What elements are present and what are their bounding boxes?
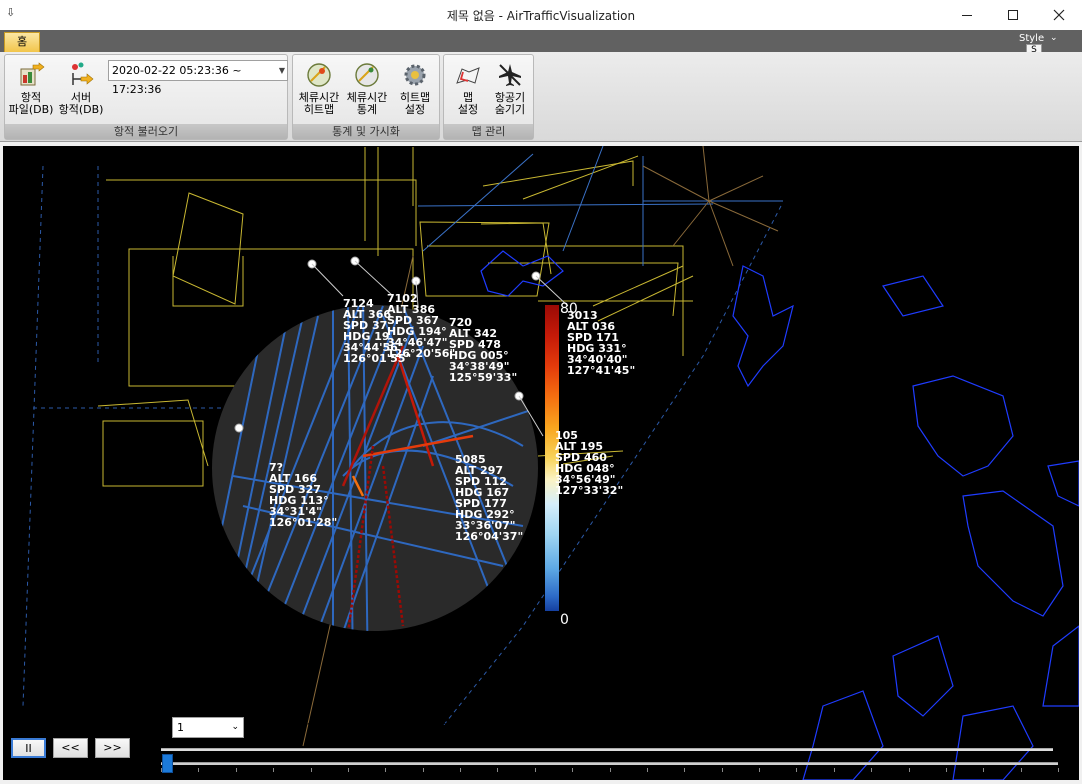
aircraft-label[interactable]: 7102 ALT 386 SPD 367 HDG 194° 34°46'47" … bbox=[387, 293, 455, 359]
group-track-load: 항적 파일(DB) 서버 항적(DB) 2020-02-22 05:23:36 … bbox=[4, 54, 288, 140]
map-settings-icon bbox=[456, 67, 480, 84]
heatmap-settings-icon bbox=[404, 64, 426, 86]
timeline-tick bbox=[908, 768, 910, 772]
timeline-tick bbox=[983, 768, 985, 772]
map-view[interactable]: 80 0 7124 ALT 366 SPD 37 HDG 19 34°44'56… bbox=[3, 146, 1079, 780]
aircraft-label[interactable]: 720 ALT 342 SPD 478 HDG 005° 34°38'49" 1… bbox=[449, 317, 517, 383]
timeline-tick bbox=[572, 768, 574, 772]
dwell-heatmap-label: 체류시간 히트맵 bbox=[298, 91, 340, 116]
minimize-button[interactable] bbox=[944, 0, 990, 30]
timeline-tick bbox=[497, 768, 499, 772]
pause-button[interactable]: II bbox=[11, 738, 46, 758]
timeline-tick bbox=[1020, 768, 1022, 772]
fast-forward-button[interactable]: >> bbox=[95, 738, 130, 758]
close-button[interactable] bbox=[1036, 0, 1082, 30]
aircraft-label[interactable]: 3013 ALT 036 SPD 171 HDG 331° 34°40'40" … bbox=[567, 310, 635, 376]
ribbon-tab-bar: 홈 Style S ⌄ bbox=[0, 30, 1082, 78]
heatmap-settings-label: 히트맵 설정 bbox=[399, 91, 431, 116]
timeline-tick bbox=[347, 768, 349, 772]
timeline-tick bbox=[235, 768, 237, 772]
heatmap-settings-button[interactable]: 히트맵 설정 bbox=[391, 59, 439, 123]
colorbar-min-label: 0 bbox=[560, 612, 569, 628]
dwell-heatmap-icon bbox=[307, 63, 331, 87]
speed-value: 1 bbox=[177, 721, 184, 734]
timeline-tick bbox=[721, 768, 723, 772]
load-track-file-button[interactable]: 항적 파일(DB) bbox=[7, 59, 55, 123]
date-range-select[interactable]: 2020-02-22 05:23:36 ~ 17:23:36 ▼ bbox=[108, 60, 288, 96]
minimize-icon bbox=[962, 14, 972, 16]
timeline-tick bbox=[460, 768, 461, 772]
tab-home[interactable]: 홈 bbox=[4, 32, 40, 52]
speed-label: 배속 bbox=[145, 723, 166, 736]
group-stats-visualization: 체류시간 히트맵 체류시간 통계 히트맵 설정 통계 및 가시화 bbox=[292, 54, 440, 140]
timeline-tick bbox=[161, 768, 162, 772]
timeline-tick bbox=[833, 768, 835, 772]
maximize-button[interactable] bbox=[990, 0, 1036, 30]
close-icon bbox=[1053, 9, 1065, 21]
timeline-tick bbox=[385, 768, 387, 772]
map-settings-button[interactable]: 맵 설정 bbox=[444, 59, 492, 123]
map-settings-label: 맵 설정 bbox=[457, 91, 479, 116]
dwell-stats-label: 체류시간 통계 bbox=[346, 91, 388, 116]
timeline-slider-track[interactable] bbox=[161, 762, 1058, 765]
timeline-tick bbox=[609, 768, 611, 772]
window-title: 제목 없음 - AirTrafficVisualization bbox=[446, 9, 636, 23]
aircraft-label[interactable]: 7? ALT 166 SPD 327 HDG 113° 34°31'4" 126… bbox=[269, 462, 337, 528]
group-label: 맵 관리 bbox=[444, 124, 533, 139]
server-track-button[interactable]: 서버 항적(DB) bbox=[57, 59, 105, 123]
map-canvas bbox=[22, 146, 1079, 780]
timeline-tick bbox=[1058, 768, 1059, 772]
time-range: 2020-02-22 05:23:36 ~ 17:23:36 bbox=[391, 721, 574, 734]
group-label: 통계 및 가시화 bbox=[293, 124, 439, 139]
dropdown-arrow-icon: ▼ bbox=[278, 66, 285, 75]
group-label: 항적 불러오기 bbox=[5, 124, 287, 139]
chevron-down-icon: ⌄ bbox=[231, 722, 239, 732]
date-range-value: 2020-02-22 05:23:36 ~ 17:23:36 bbox=[112, 64, 242, 96]
timeline-tick bbox=[198, 768, 200, 772]
timeline-tick bbox=[310, 768, 312, 772]
dwell-heatmap-button[interactable]: 체류시간 히트맵 bbox=[295, 59, 343, 123]
aircraft-label[interactable]: 5085 ALT 297 SPD 112 HDG 167 SPD 177 HDG… bbox=[455, 454, 523, 542]
timeline-tick bbox=[422, 768, 424, 772]
server-track-label: 서버 항적(DB) bbox=[58, 91, 104, 116]
style-label[interactable]: Style bbox=[1019, 33, 1044, 44]
timeline-tick bbox=[273, 768, 275, 772]
file-load-icon bbox=[20, 62, 45, 86]
timeline-upper-track bbox=[161, 748, 1053, 751]
timeline-tick bbox=[945, 768, 947, 772]
speed-select[interactable]: 1 ⌄ bbox=[172, 717, 244, 738]
timeline-tick bbox=[796, 768, 798, 772]
current-time: 2020-02-22 05:26:07 bbox=[250, 721, 367, 734]
hide-aircraft-label: 항공기 숨기기 bbox=[494, 91, 526, 116]
title-bar: ⇩ 제목 없음 - AirTrafficVisualization bbox=[0, 0, 1082, 30]
dwell-stats-button[interactable]: 체류시간 통계 bbox=[343, 59, 391, 123]
timeline-slider-thumb[interactable] bbox=[161, 754, 173, 773]
server-track-icon bbox=[72, 62, 94, 85]
timeline-tick bbox=[534, 768, 536, 772]
timeline-tick bbox=[759, 768, 760, 772]
aircraft-label[interactable]: 105 ALT 195 SPD 460 HDG 048° 34°56'49" 1… bbox=[555, 430, 623, 496]
ribbon: 항적 파일(DB) 서버 항적(DB) 2020-02-22 05:23:36 … bbox=[0, 52, 1082, 142]
rewind-button[interactable]: << bbox=[53, 738, 88, 758]
chevron-down-icon[interactable]: ⌄ bbox=[1050, 33, 1058, 43]
airways bbox=[417, 146, 783, 266]
group-map-management: 맵 설정 항공기 숨기기 맵 관리 bbox=[443, 54, 534, 140]
timeline-tick bbox=[871, 768, 873, 772]
timeline-tick bbox=[684, 768, 686, 772]
dwell-stats-icon bbox=[355, 63, 379, 87]
maximize-icon bbox=[1008, 10, 1018, 20]
load-track-file-label: 항적 파일(DB) bbox=[8, 91, 54, 116]
timeline-tick bbox=[646, 768, 648, 772]
hide-aircraft-button[interactable]: 항공기 숨기기 bbox=[486, 59, 534, 123]
hide-aircraft-icon bbox=[499, 64, 521, 86]
